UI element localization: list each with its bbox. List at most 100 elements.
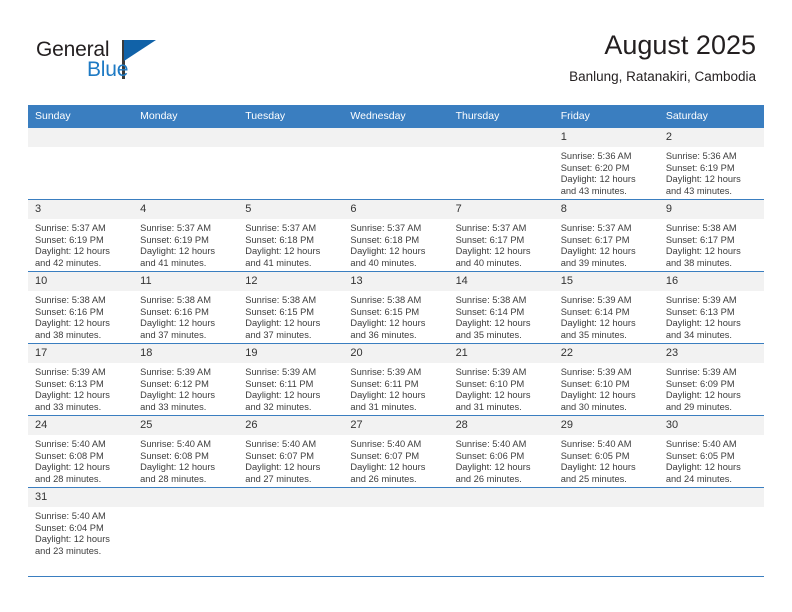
calendar-day-cell[interactable]: 1 Sunrise: 5:36 AM Sunset: 6:20 PM Daylight…	[553, 127, 659, 200]
calendar-day-cell[interactable]: 14 Sunrise: 5:38 AM Sunset: 6:14 PM Dayligh…	[448, 271, 554, 344]
day-number: 14	[448, 272, 554, 291]
day-number: 13	[343, 272, 449, 291]
sunset-time: Sunset: 6:17 PM	[560, 234, 630, 245]
calendar-day-cell[interactable]: 27 Sunrise: 5:40 AM Sunset: 6:07 PM Dayligh…	[343, 415, 449, 488]
sunset-time: Sunset: 6:05 PM	[665, 450, 735, 461]
daylight-duration-line2: and 31 minutes.	[350, 401, 417, 412]
day-number: 11	[133, 272, 239, 291]
calendar-day-cell[interactable]: 9 Sunrise: 5:38 AM Sunset: 6:17 PM Daylight…	[658, 199, 764, 272]
calendar-day-cell[interactable]: 4 Sunrise: 5:37 AM Sunset: 6:19 PM Daylight…	[133, 199, 239, 272]
daylight-duration-line1: Daylight: 12 hours	[245, 318, 321, 329]
sunset-time: Sunset: 6:19 PM	[140, 234, 209, 245]
calendar-day-cell[interactable]: 16 Sunrise: 5:39 AM Sunset: 6:13 PM Dayligh…	[658, 271, 764, 344]
daylight-duration-line2: and 34 minutes.	[665, 329, 732, 340]
sunrise-time: Sunrise: 5:39 AM	[665, 367, 737, 377]
calendar-table: Sunday Monday Tuesday Wednesday Thursday Frid…	[28, 105, 764, 576]
day-details: Sunrise: 5:37 AM Sunset: 6:19 PM Daylight:…	[28, 219, 133, 269]
sunrise-time: Sunrise: 5:38 AM	[245, 295, 317, 305]
sunset-time: Sunset: 6:07 PM	[350, 450, 420, 461]
calendar-day-cell[interactable]: 5 Sunrise: 5:37 AM Sunset: 6:18 PM Daylight…	[238, 199, 344, 272]
calendar-day-cell[interactable]: 23 Sunrise: 5:39 AM Sunset: 6:09 PM Dayligh…	[658, 343, 764, 416]
weekday-header-wednesday: Wednesday	[343, 105, 449, 128]
day-number	[448, 128, 554, 147]
sunrise-time: Sunrise: 5:37 AM	[35, 223, 106, 233]
sunset-time: Sunset: 6:06 PM	[455, 450, 525, 461]
daylight-duration-line2: and 26 minutes.	[350, 473, 417, 484]
calendar-day-cell[interactable]: 13 Sunrise: 5:38 AM Sunset: 6:15 PM Dayligh…	[343, 271, 449, 344]
day-number: 17	[28, 344, 134, 363]
daylight-duration-line1: Daylight: 12 hours	[665, 246, 741, 257]
day-details: Sunrise: 5:38 AM Sunset: 6:14 PM Daylight:…	[449, 291, 554, 341]
sunset-time: Sunset: 6:18 PM	[350, 234, 420, 245]
sunset-time: Sunset: 6:16 PM	[140, 306, 209, 317]
day-number: 12	[238, 272, 344, 291]
calendar-day-cell[interactable]: 21 Sunrise: 5:39 AM Sunset: 6:10 PM Dayligh…	[448, 343, 554, 416]
daylight-duration-line1: Daylight: 12 hours	[245, 390, 321, 401]
daylight-duration-line2: and 37 minutes.	[140, 329, 207, 340]
calendar-empty-cell	[343, 127, 449, 200]
calendar-day-cell[interactable]: 11 Sunrise: 5:38 AM Sunset: 6:16 PM Dayligh…	[133, 271, 239, 344]
calendar-day-cell[interactable]: 8 Sunrise: 5:37 AM Sunset: 6:17 PM Daylight…	[553, 199, 659, 272]
calendar-day-cell[interactable]: 25 Sunrise: 5:40 AM Sunset: 6:08 PM Dayligh…	[133, 415, 239, 488]
day-details: Sunrise: 5:40 AM Sunset: 6:05 PM Daylight:…	[659, 435, 764, 485]
calendar-day-cell[interactable]: 20 Sunrise: 5:39 AM Sunset: 6:11 PM Dayligh…	[343, 343, 449, 416]
daylight-duration-line1: Daylight: 12 hours	[245, 462, 321, 473]
day-details: Sunrise: 5:37 AM Sunset: 6:19 PM Daylight:…	[133, 219, 238, 269]
calendar-day-cell[interactable]: 30 Sunrise: 5:40 AM Sunset: 6:05 PM Dayligh…	[658, 415, 764, 488]
day-number: 15	[553, 272, 659, 291]
calendar-day-cell[interactable]: 2 Sunrise: 5:36 AM Sunset: 6:19 PM Daylight…	[658, 127, 764, 200]
weekday-header-tuesday: Tuesday	[238, 105, 344, 128]
calendar-day-cell[interactable]: 31 Sunrise: 5:40 AM Sunset: 6:04 PM Dayligh…	[28, 487, 134, 576]
calendar-day-cell[interactable]: 26 Sunrise: 5:40 AM Sunset: 6:07 PM Dayligh…	[238, 415, 344, 488]
calendar-day-cell[interactable]: 7 Sunrise: 5:37 AM Sunset: 6:17 PM Daylight…	[448, 199, 554, 272]
sunset-time: Sunset: 6:16 PM	[35, 306, 104, 317]
calendar-day-cell[interactable]: 24 Sunrise: 5:40 AM Sunset: 6:08 PM Dayligh…	[28, 415, 134, 488]
calendar-page: General Blue August 2025 Banlung, Ratana…	[0, 0, 792, 612]
day-number: 9	[658, 200, 764, 219]
sunrise-time: Sunrise: 5:39 AM	[35, 367, 106, 377]
calendar-bottom-rule	[28, 576, 764, 577]
sunrise-time: Sunrise: 5:38 AM	[455, 295, 527, 305]
sunrise-time: Sunrise: 5:39 AM	[140, 367, 211, 377]
calendar-day-cell[interactable]: 17 Sunrise: 5:39 AM Sunset: 6:13 PM Dayligh…	[28, 343, 134, 416]
day-number: 16	[658, 272, 764, 291]
calendar-day-cell[interactable]: 3 Sunrise: 5:37 AM Sunset: 6:19 PM Daylight…	[28, 199, 134, 272]
calendar-empty-cell	[238, 487, 344, 576]
sunrise-time: Sunrise: 5:36 AM	[665, 151, 737, 161]
calendar-day-cell[interactable]: 19 Sunrise: 5:39 AM Sunset: 6:11 PM Dayligh…	[238, 343, 344, 416]
calendar-day-cell[interactable]: 28 Sunrise: 5:40 AM Sunset: 6:06 PM Dayligh…	[448, 415, 554, 488]
daylight-duration-line1: Daylight: 12 hours	[245, 246, 321, 257]
daylight-duration-line2: and 32 minutes.	[245, 401, 312, 412]
day-details: Sunrise: 5:38 AM Sunset: 6:15 PM Daylight:…	[238, 291, 343, 341]
daylight-duration-line2: and 36 minutes.	[350, 329, 417, 340]
day-details: Sunrise: 5:39 AM Sunset: 6:14 PM Daylight:…	[554, 291, 659, 341]
daylight-duration-line1: Daylight: 12 hours	[35, 390, 110, 401]
day-number: 1	[553, 128, 659, 147]
calendar-day-cell[interactable]: 18 Sunrise: 5:39 AM Sunset: 6:12 PM Dayligh…	[133, 343, 239, 416]
day-number: 5	[238, 200, 344, 219]
daylight-duration-line1: Daylight: 12 hours	[665, 462, 741, 473]
calendar-day-cell[interactable]: 12 Sunrise: 5:38 AM Sunset: 6:15 PM Dayligh…	[238, 271, 344, 344]
calendar-day-cell[interactable]: 22 Sunrise: 5:39 AM Sunset: 6:10 PM Dayligh…	[553, 343, 659, 416]
daylight-duration-line2: and 43 minutes.	[560, 185, 627, 196]
day-details: Sunrise: 5:37 AM Sunset: 6:18 PM Daylight:…	[343, 219, 448, 269]
calendar-day-cell[interactable]: 29 Sunrise: 5:40 AM Sunset: 6:05 PM Dayligh…	[553, 415, 659, 488]
daylight-duration-line1: Daylight: 12 hours	[560, 246, 636, 257]
calendar-day-cell[interactable]: 6 Sunrise: 5:37 AM Sunset: 6:18 PM Daylight…	[343, 199, 449, 272]
sunset-time: Sunset: 6:15 PM	[245, 306, 315, 317]
calendar-day-cell[interactable]: 10 Sunrise: 5:38 AM Sunset: 6:16 PM Dayligh…	[28, 271, 134, 344]
daylight-duration-line1: Daylight: 12 hours	[140, 390, 216, 401]
daylight-duration-line1: Daylight: 12 hours	[350, 318, 426, 329]
page-title: August 2025	[604, 30, 756, 60]
day-number: 4	[133, 200, 239, 219]
sunset-time: Sunset: 6:13 PM	[665, 306, 735, 317]
sunset-time: Sunset: 6:09 PM	[665, 378, 735, 389]
daylight-duration-line1: Daylight: 12 hours	[455, 246, 531, 257]
day-details: Sunrise: 5:37 AM Sunset: 6:17 PM Daylight:…	[554, 219, 659, 269]
sunrise-time: Sunrise: 5:40 AM	[560, 439, 632, 449]
day-details: Sunrise: 5:40 AM Sunset: 6:07 PM Daylight:…	[238, 435, 343, 485]
general-blue-logo[interactable]: General Blue	[36, 38, 186, 84]
daylight-duration-line1: Daylight: 12 hours	[455, 390, 531, 401]
calendar-day-cell[interactable]: 15 Sunrise: 5:39 AM Sunset: 6:14 PM Dayligh…	[553, 271, 659, 344]
daylight-duration-line2: and 31 minutes.	[455, 401, 522, 412]
